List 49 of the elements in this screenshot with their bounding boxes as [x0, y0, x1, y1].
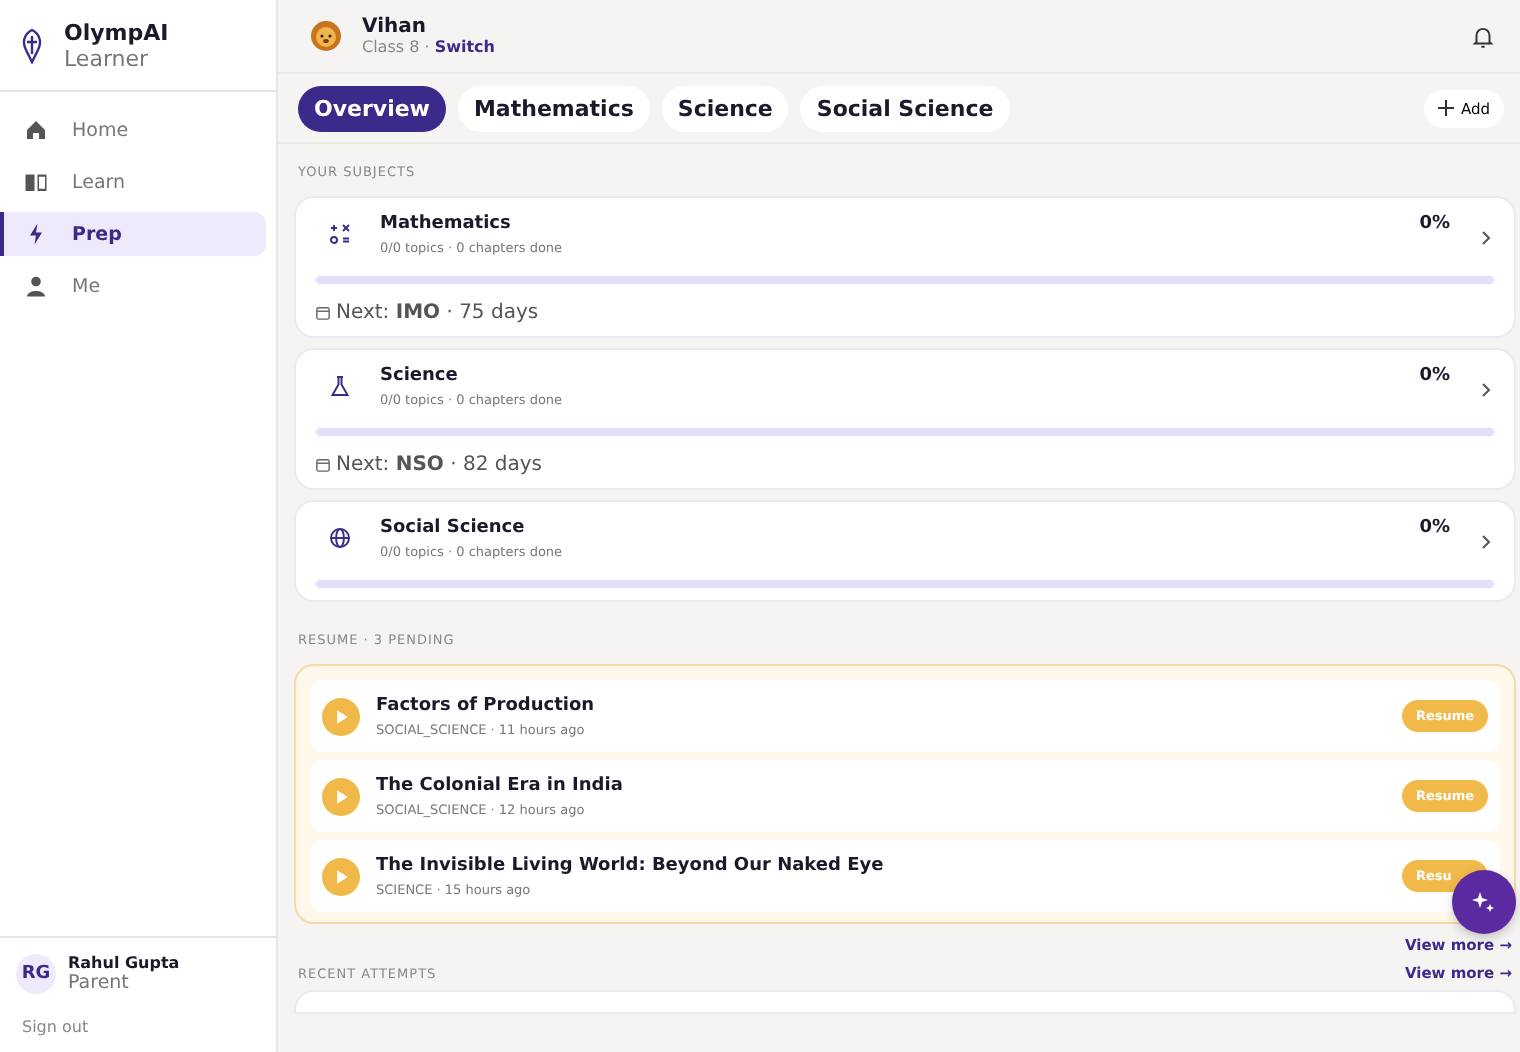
subject-name: Science	[380, 366, 460, 386]
resume-title: The Invisible Living World: Beyond Our Naked Eye	[376, 855, 884, 875]
bell-icon[interactable]	[1470, 23, 1496, 49]
chevron-icon	[1478, 534, 1494, 550]
sparkle-icon	[1472, 890, 1496, 914]
chevron-icon	[1478, 230, 1494, 246]
resume-title: Factors of Production	[376, 695, 595, 715]
tab[interactable]: Science	[661, 85, 789, 131]
sparkle-fab[interactable]	[1452, 870, 1516, 934]
user-name: Rahul Gupta	[68, 954, 180, 972]
globe-icon	[328, 526, 352, 550]
calendar-icon	[316, 458, 330, 472]
user-avatar: RG	[16, 954, 56, 994]
person-icon	[24, 274, 48, 298]
tab[interactable]: Overview	[298, 85, 446, 131]
nav-item[interactable]: Learn	[0, 160, 266, 204]
next-exam: Next: IMO · 75 days	[336, 302, 539, 324]
separator: ·	[424, 38, 430, 56]
user-role: Parent	[68, 972, 131, 994]
book-icon	[24, 170, 48, 194]
progress-percent: 0%	[1419, 518, 1450, 538]
logo-icon	[20, 27, 44, 63]
math-symbols-icon	[328, 222, 352, 246]
tab[interactable]: Mathematics	[457, 85, 650, 131]
student-name: Vihan	[362, 16, 428, 38]
brand-name: OlympAI	[64, 19, 169, 45]
home-icon	[24, 118, 48, 142]
sign-out-link[interactable]: Sign out	[22, 1018, 89, 1036]
nav-item[interactable]: Prep	[0, 212, 266, 256]
nav-item[interactable]: Home	[0, 108, 266, 152]
subject-name: Mathematics	[380, 214, 513, 234]
calendar-icon	[316, 306, 330, 320]
next-exam: Next: NSO · 82 days	[336, 454, 542, 476]
plus-icon	[1438, 100, 1455, 116]
play-icon	[322, 857, 360, 895]
subject-name: Social Science	[380, 518, 527, 538]
progress-percent: 0%	[1419, 214, 1450, 234]
nav-item[interactable]: Me	[0, 264, 266, 308]
chevron-icon	[1478, 382, 1494, 398]
resume-title: The Colonial Era in India	[376, 775, 623, 795]
progress-percent: 0%	[1419, 366, 1450, 386]
play-icon	[322, 777, 360, 815]
lion-icon	[310, 20, 342, 52]
tab[interactable]: Social Science	[800, 85, 1010, 131]
flask-icon	[328, 374, 352, 398]
student-class: Class 8	[362, 38, 420, 56]
play-icon	[322, 697, 360, 735]
switch-link[interactable]: Switch	[434, 38, 495, 56]
brand-subtitle: Learner	[64, 45, 151, 71]
